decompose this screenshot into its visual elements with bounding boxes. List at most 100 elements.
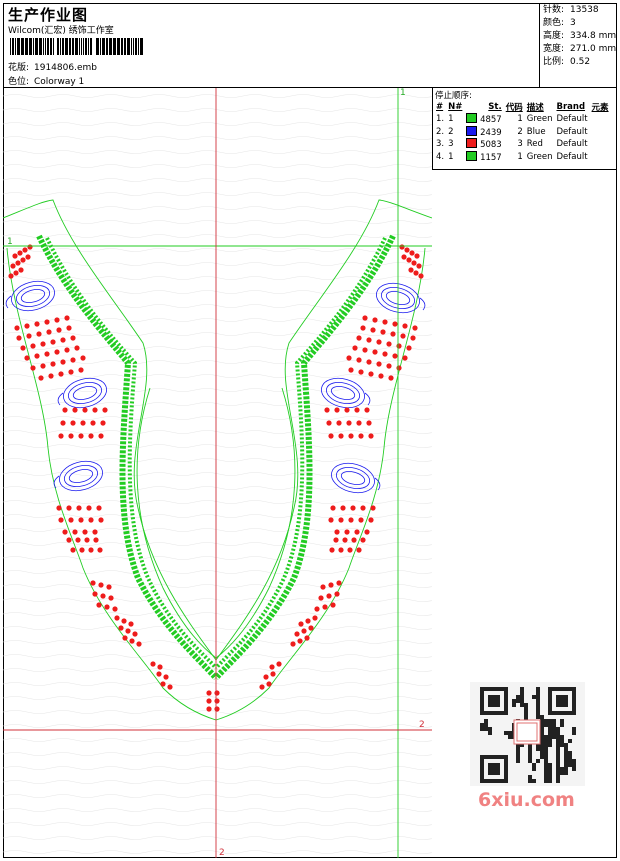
bead (100, 593, 106, 599)
bead (305, 618, 311, 624)
stat-value: 334.8 mm (570, 31, 617, 41)
bead (40, 341, 46, 347)
bead (346, 420, 352, 426)
color-swatch (466, 138, 478, 149)
stop-index: 1. (436, 114, 445, 125)
header-panel: 生产作业图 Wilcom(汇宏) 绣饰工作室 花版: 1914806.emb 色位… (3, 3, 540, 88)
bead (402, 355, 408, 361)
bead (294, 631, 300, 637)
bead (324, 407, 330, 413)
bead (269, 664, 275, 670)
bead (80, 355, 86, 361)
bead (70, 357, 76, 363)
bead (12, 253, 18, 259)
bead (70, 547, 76, 553)
bead (408, 267, 414, 273)
bead (114, 615, 120, 621)
bead (58, 371, 64, 377)
paisley-motif (63, 377, 107, 409)
bead (58, 433, 64, 439)
paisley-motif (72, 386, 98, 400)
bead (44, 319, 50, 325)
satin-band-left-2 (45, 237, 218, 670)
bead (66, 325, 72, 331)
guide-marker-top: 1 (400, 88, 406, 98)
bead (370, 505, 376, 511)
bead (60, 420, 66, 426)
bead (121, 618, 127, 624)
code: 2 (517, 126, 523, 137)
bead (368, 371, 374, 377)
design-file-label: 花版: (8, 63, 30, 73)
stitch-cell: 2439 (464, 125, 503, 139)
bead (60, 359, 66, 365)
qr-code-image (480, 687, 576, 783)
paisley-motif (321, 377, 365, 409)
bead (356, 547, 362, 553)
bead (68, 433, 74, 439)
bead (362, 347, 368, 353)
bead (98, 517, 104, 523)
stat-label: 针数: (543, 5, 565, 15)
satin-band-right (213, 234, 396, 681)
bead (342, 537, 348, 543)
bead (160, 681, 166, 687)
element (590, 138, 611, 151)
brand: Default (556, 139, 588, 150)
bead (50, 361, 56, 367)
stat-row: 宽度: 271.0 mm (543, 43, 617, 56)
bead (388, 375, 394, 381)
color-swatch (466, 150, 478, 161)
needle-number: 3 (448, 139, 454, 150)
stat-value: 271.0 mm (570, 44, 617, 54)
stat-label: 比例: (543, 57, 565, 67)
bead (362, 315, 368, 321)
table-row: 4. 1 1157 1 Green Default (434, 150, 611, 164)
paisley-motif (330, 386, 356, 400)
bead (18, 267, 24, 273)
table-row: 1. 1 4857 1 Green Default (434, 113, 611, 126)
bead (14, 325, 20, 331)
bead (88, 517, 94, 523)
bead (50, 339, 56, 345)
stitch-cell: 1157 (464, 150, 503, 164)
bead (64, 347, 70, 353)
bead (156, 671, 162, 677)
bead (90, 420, 96, 426)
stat-row: 高度: 334.8 mm (543, 30, 617, 43)
bead (34, 321, 40, 327)
design-file-value: 1914806.emb (34, 63, 97, 73)
bead (214, 698, 220, 704)
bead (358, 433, 364, 439)
stat-value: 13538 (570, 5, 599, 15)
bead (128, 621, 134, 627)
bead (376, 361, 382, 367)
stats-panel: 针数: 13538 颜色: 3 高度: 334.8 mm 宽度: 271.0 mm 比例… (540, 3, 617, 88)
bead (78, 517, 84, 523)
bead (318, 595, 324, 601)
stat-row: 针数: 13538 (543, 4, 617, 17)
code: 1 (517, 151, 523, 162)
bead (392, 321, 398, 327)
bead (98, 582, 104, 588)
bead (36, 331, 42, 337)
paisley-motif (59, 460, 103, 492)
bead (352, 345, 358, 351)
bead (70, 420, 76, 426)
bead (92, 407, 98, 413)
bead (78, 367, 84, 373)
bead (56, 327, 62, 333)
bead (351, 537, 357, 543)
colorway-label: 色位: (8, 77, 30, 87)
bead (266, 681, 272, 687)
bead (350, 505, 356, 511)
bead (276, 661, 282, 667)
bead (356, 420, 362, 426)
bead (84, 537, 90, 543)
paisley-motif (331, 462, 375, 494)
stitch-cell: 4857 (464, 113, 503, 126)
bead (382, 319, 388, 325)
bead (44, 351, 50, 357)
bead (150, 661, 156, 667)
stat-value: 0.52 (570, 57, 591, 67)
